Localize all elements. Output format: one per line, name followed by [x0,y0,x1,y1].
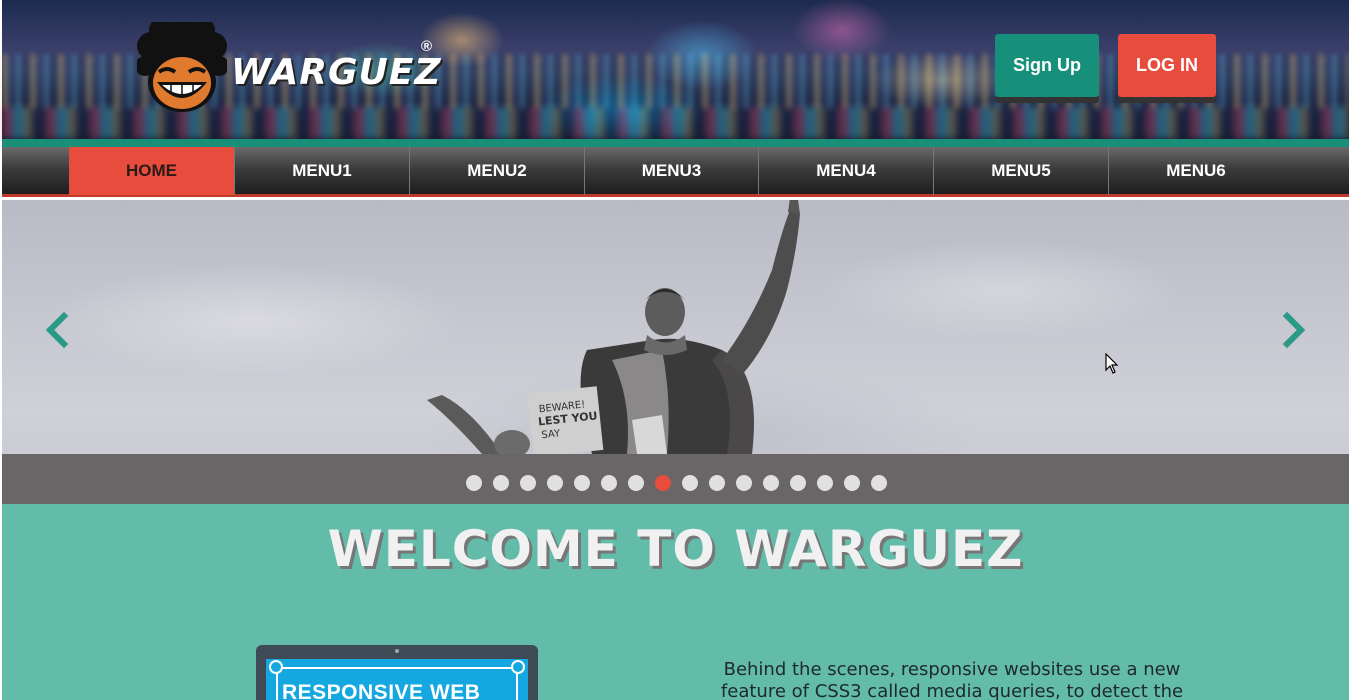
device-label: RESPONSIVE WEB [282,681,481,700]
nav-item-home[interactable]: HOME [69,147,234,195]
slider-dot[interactable] [493,475,509,491]
intro-line: feature of CSS3 called media queries, to… [720,681,1184,700]
slider-dot[interactable] [817,475,833,491]
nav-item-menu6[interactable]: MENU6 [1108,147,1283,195]
slider-dot[interactable] [709,475,725,491]
slider-dot[interactable] [763,475,779,491]
slider-dot[interactable] [601,475,617,491]
prev-slide-chevron-left-icon[interactable] [42,310,72,350]
main-nav: HOME MENU1 MENU2 MENU3 MENU4 MENU5 MENU6 [2,147,1349,197]
slider-dot[interactable] [871,475,887,491]
registered-mark: ® [421,38,433,55]
intro-paragraph: Behind the scenes, responsive websites u… [702,659,1202,700]
site-header: WARGUEZ ® Sign Up LOG IN [2,0,1349,139]
device-screen: RESPONSIVE WEB [266,659,528,700]
nav-item-menu5[interactable]: MENU5 [933,147,1108,195]
slider-dot[interactable] [466,475,482,491]
statue-image: BEWARE! LEST YOU SAY [427,200,800,454]
nav-item-menu2[interactable]: MENU2 [409,147,584,195]
log-in-button[interactable]: LOG IN [1118,34,1216,97]
site-logo[interactable]: WARGUEZ ® [137,22,447,117]
sign-up-button[interactable]: Sign Up [995,34,1099,97]
image-slider: BEWARE! LEST YOU SAY [2,200,1349,504]
camera-icon [395,649,399,653]
intro-line: Behind the scenes, responsive websites u… [723,659,1181,680]
nav-item-menu4[interactable]: MENU4 [758,147,933,195]
welcome-title: WELCOME TO WARGUEZ [327,520,1024,578]
slider-dot[interactable] [574,475,590,491]
slider-dot[interactable] [790,475,806,491]
nav-item-menu1[interactable]: MENU1 [234,147,409,195]
resize-handle-icon [511,660,525,674]
slider-dot[interactable] [682,475,698,491]
header-divider [2,139,1349,147]
resize-handle-icon [269,660,283,674]
sign-text-line3: SAY [541,428,562,441]
nav-item-menu3[interactable]: MENU3 [584,147,758,195]
responsive-web-illustration: RESPONSIVE WEB [256,645,538,700]
slider-dot[interactable] [520,475,536,491]
logo-face-icon [137,22,227,112]
next-slide-chevron-right-icon[interactable] [1279,310,1309,350]
slider-dot[interactable] [628,475,644,491]
mouse-pointer-icon [1105,353,1119,374]
brand-name: WARGUEZ [231,52,442,93]
slider-dot[interactable] [844,475,860,491]
slider-dots [466,475,887,491]
slider-dot[interactable] [655,475,671,491]
slider-dot[interactable] [736,475,752,491]
slider-dot[interactable] [547,475,563,491]
welcome-section: WELCOME TO WARGUEZ RESPONSIVE WEB Behind… [2,504,1349,700]
